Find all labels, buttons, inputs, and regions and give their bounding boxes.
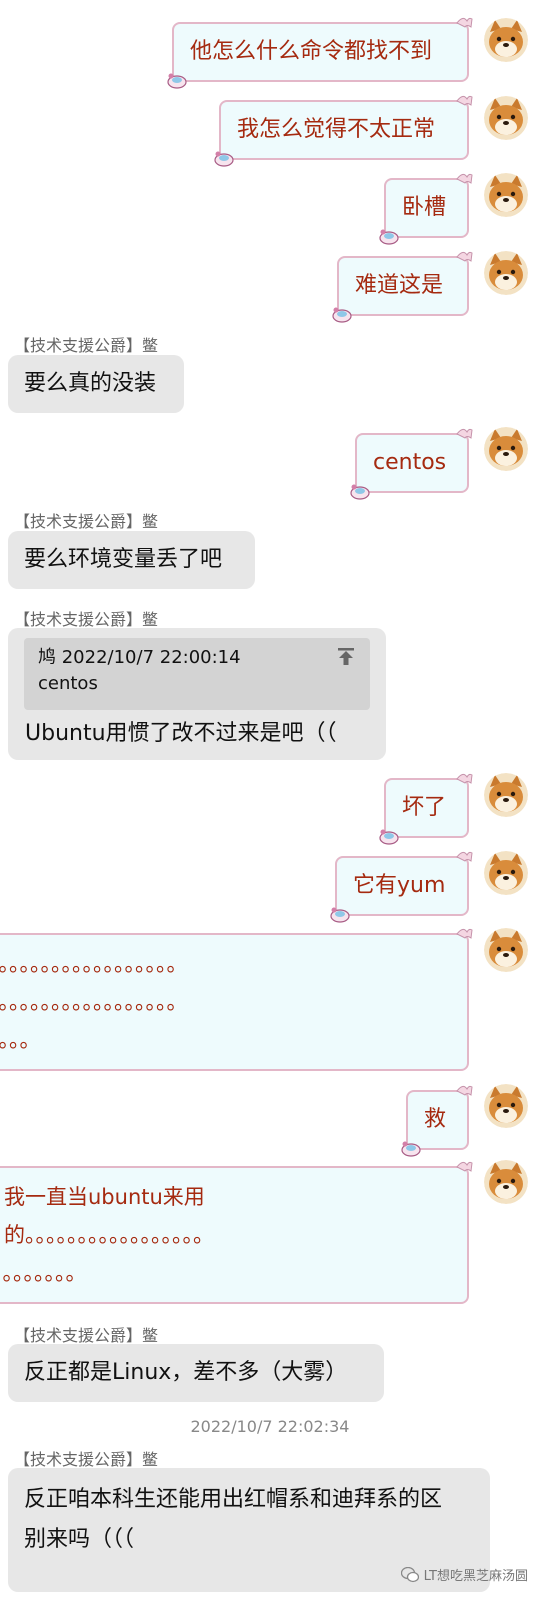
sender-name: 【技术支援公爵】鳖 (14, 1450, 159, 1469)
message-text: 卧槽 (402, 195, 447, 220)
message-bubble-self[interactable]: 卧槽 (379, 173, 473, 245)
message-text-line: 。。。。。。。。 (0, 1261, 87, 1285)
message-text: 要么环境变量丢了吧 (24, 547, 223, 572)
message-text: 反正都是Linux，差不多（大雾） (24, 1360, 348, 1385)
message-bubble-self[interactable]: 救 (401, 1085, 473, 1157)
shiba-avatar-icon (484, 18, 528, 62)
avatar[interactable] (484, 427, 528, 471)
bow-decoration-icon (456, 17, 473, 28)
message-text: 救 (424, 1107, 447, 1132)
shiba-avatar-icon (484, 773, 528, 817)
chat-timestamp: 2022/10/7 22:02:34 (190, 1417, 350, 1436)
message-text: 要么真的没装 (24, 371, 157, 396)
message-bubble-self[interactable]: 他怎么什么命令都找不到 (167, 17, 473, 89)
message-text-line: 。。。。。。。。。。。。。。。。。。 (0, 952, 188, 976)
message-text-line: 我一直当ubuntu来用 (4, 1185, 205, 1209)
avatar[interactable] (484, 251, 528, 295)
shiba-avatar-icon (484, 251, 528, 295)
message-bubble-self[interactable]: 坏了 (379, 773, 473, 845)
flower-decoration-icon (350, 483, 370, 500)
shiba-avatar-icon (484, 1160, 528, 1204)
message-bubble-self[interactable]: 我一直当ubuntu来用 的。。。。。。。。。。。。。。。。。 。。。。。。。。 (0, 1161, 473, 1304)
sender-name: 【技术支援公爵】鳖 (14, 610, 159, 629)
bow-decoration-icon (456, 251, 473, 262)
message-text-line: 。。。。。。。。。。。。。。。。。。 (0, 990, 188, 1014)
shiba-avatar-icon (484, 96, 528, 140)
shiba-avatar-icon (484, 928, 528, 972)
flower-decoration-icon (332, 306, 352, 323)
message-text: 我怎么觉得不太正常 (237, 117, 436, 142)
flower-decoration-icon (401, 1140, 421, 1157)
bow-decoration-icon (456, 851, 473, 862)
message-text: 他怎么什么命令都找不到 (190, 39, 433, 64)
sender-name: 【技术支援公爵】鳖 (14, 512, 159, 531)
message-text: Ubuntu用惯了改不过来是吧（（ (25, 721, 337, 746)
message-text: centos (373, 450, 447, 475)
avatar[interactable] (484, 18, 528, 62)
shiba-avatar-icon (484, 851, 528, 895)
avatar[interactable] (484, 173, 528, 217)
bow-decoration-icon (456, 95, 473, 106)
bow-decoration-icon (456, 1085, 473, 1096)
bow-decoration-icon (456, 428, 473, 439)
message-bubble-self[interactable]: 难道这是 (332, 251, 473, 323)
message-text: 坏了 (402, 795, 447, 820)
message-bubble-self[interactable]: 我怎么觉得不太正常 (214, 95, 473, 167)
pin-top-icon[interactable] (336, 646, 356, 666)
message-text-line: 别来吗（（（ (24, 1527, 135, 1552)
bow-decoration-icon (456, 1161, 473, 1172)
quoted-message[interactable]: 鸠 2022/10/7 22:00:14 centos (24, 638, 370, 710)
avatar[interactable] (484, 928, 528, 972)
avatar[interactable] (484, 96, 528, 140)
message-text-line: 的。。。。。。。。。。。。。。。。。 (4, 1223, 214, 1247)
flower-decoration-icon (214, 150, 234, 167)
message-bubble-other[interactable]: 鸠 2022/10/7 22:00:14 centos Ubuntu用惯了改不过… (8, 628, 386, 760)
message-text: 难道这是 (355, 273, 444, 298)
avatar[interactable] (484, 773, 528, 817)
bow-decoration-icon (456, 928, 473, 939)
flower-decoration-icon (167, 72, 187, 89)
shiba-avatar-icon (484, 1084, 528, 1128)
watermark: LT想吃黑芝麻汤圆 (400, 1565, 528, 1584)
message-text-line: 反正咱本科生还能用出红帽系和迪拜系的区 (24, 1487, 443, 1512)
message-bubble-other[interactable]: 反正都是Linux，差不多（大雾） (8, 1344, 384, 1402)
message-bubble-self[interactable]: centos (350, 428, 473, 500)
flower-decoration-icon (379, 828, 399, 845)
message-bubble-self[interactable]: 。。。。。。。。。。。。。。。。。。 。。。。。。。。。。。。。。。。。。 。。… (0, 928, 473, 1071)
message-text: 它有yum (353, 873, 446, 898)
bow-decoration-icon (456, 173, 473, 184)
sender-name: 【技术支援公爵】鳖 (14, 336, 159, 355)
avatar[interactable] (484, 1160, 528, 1204)
shiba-avatar-icon (484, 173, 528, 217)
message-bubble-self[interactable]: 它有yum (330, 851, 473, 923)
shiba-avatar-icon (484, 427, 528, 471)
bow-decoration-icon (456, 773, 473, 784)
quote-header: 鸠 2022/10/7 22:00:14 (38, 647, 241, 668)
flower-decoration-icon (379, 228, 399, 245)
wechat-icon (400, 1566, 419, 1582)
flower-decoration-icon (330, 906, 350, 923)
avatar[interactable] (484, 1084, 528, 1128)
message-bubble-other[interactable]: 要么环境变量丢了吧 (8, 531, 255, 589)
avatar[interactable] (484, 851, 528, 895)
sender-name: 【技术支援公爵】鳖 (14, 1326, 159, 1345)
message-bubble-other[interactable]: 要么真的没装 (8, 355, 184, 413)
quote-body: centos (38, 673, 98, 694)
message-text-line: 。。。。 (0, 1028, 41, 1052)
watermark-text: LT想吃黑芝麻汤圆 (423, 1569, 528, 1584)
